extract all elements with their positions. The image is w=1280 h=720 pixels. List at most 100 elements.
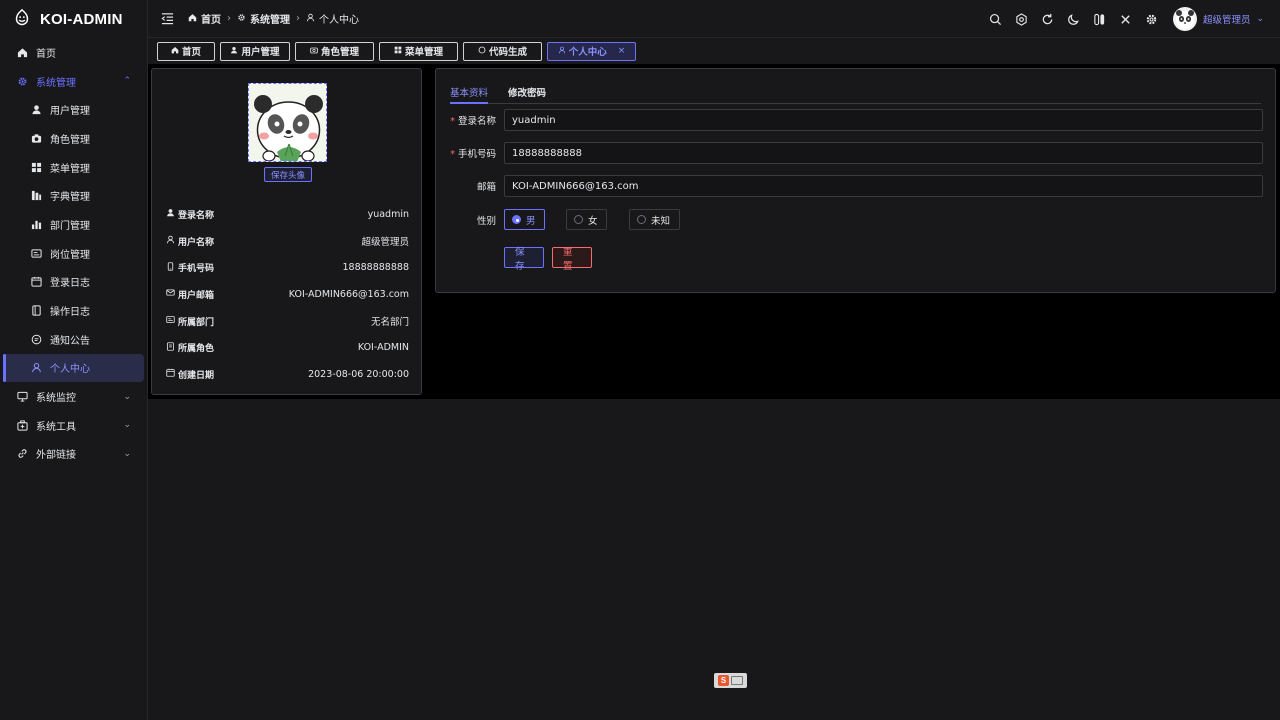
home-icon [188, 13, 197, 25]
profile-avatar[interactable] [248, 83, 327, 162]
tab-code-generation[interactable]: 代码生成 [463, 41, 542, 61]
collapse-menu-icon[interactable] [160, 12, 174, 26]
info-key-label: 所属角色 [178, 344, 215, 355]
sidebar-item-system-monitor[interactable]: 系统监控 ⌄ [0, 382, 147, 411]
search-icon[interactable] [989, 12, 1003, 26]
profile-info-list: 登录名称 yuadmin 用户名称 超级管理员 手机号码 18888888888 [166, 201, 409, 388]
radio-label: 男 [526, 215, 536, 227]
info-key-label: 用户名称 [178, 237, 215, 248]
settings-icon[interactable] [1145, 12, 1159, 26]
info-key: 用户名称 [166, 235, 214, 248]
info-row-login-name: 登录名称 yuadmin [166, 201, 409, 228]
email-label: 邮箱 [476, 182, 496, 193]
sidebar-item-label: 部门管理 [50, 220, 90, 232]
tab-menu-management[interactable]: 菜单管理 [379, 41, 458, 61]
breadcrumb-separator-icon: › [227, 13, 231, 24]
sidebar-item-role-management[interactable]: 角色管理 [0, 124, 147, 153]
reset-button[interactable]: 重置 [552, 247, 592, 272]
breadcrumb-label: 系统管理 [250, 15, 290, 26]
email-input[interactable]: KOI-ADMIN666@163.com [504, 175, 1263, 197]
tab-basic-info[interactable]: 基本资料 [450, 79, 489, 104]
info-key: 登录名称 [166, 208, 214, 221]
sidebar-item-dictionary-management[interactable]: 字典管理 [0, 181, 147, 210]
radio-dot-icon [637, 215, 646, 224]
form-row-phone: * 手机号码 18888888888 [450, 142, 1263, 164]
form-actions: 保存 重置 [504, 247, 600, 272]
sidebar-item-label: 个人中心 [50, 364, 90, 376]
sidebar-item-system-management[interactable]: 系统管理 ⌃ [0, 67, 147, 96]
radio-dot-icon [512, 215, 521, 224]
sidebar-item-login-log[interactable]: 登录日志 [0, 268, 147, 297]
sidebar-item-external-links[interactable]: 外部链接 ⌄ [0, 440, 147, 469]
gender-radio-male[interactable]: 男 [504, 209, 545, 230]
tab-role-management[interactable]: 角色管理 [295, 41, 374, 61]
radio-dot-icon [574, 215, 583, 224]
circle-icon [478, 46, 486, 57]
sidebar-item-operation-log[interactable]: 操作日志 [0, 296, 147, 325]
sidebar-item-label: 角色管理 [50, 134, 90, 146]
info-key: 所属角色 [166, 341, 214, 354]
close-icon[interactable] [1119, 12, 1133, 26]
sidebar-item-menu-management[interactable]: 菜单管理 [0, 153, 147, 182]
tab-home[interactable]: 首页 [157, 41, 215, 61]
sidebar-menu: 首页 系统管理 ⌃ 用户管理 角色管理 菜单管理 字典管理 部门管理 岗位管理 … [0, 38, 147, 468]
gender-radio-unknown[interactable]: 未知 [629, 209, 680, 230]
user-menu[interactable]: 超级管理员 ⌄ [1172, 7, 1264, 31]
sidebar-item-personal-center[interactable]: 个人中心 [3, 353, 144, 383]
sidebar-item-label: 系统监控 [36, 393, 76, 405]
form-tabs: 基本资料 修改密码 [450, 79, 1261, 104]
info-key-label: 所属部门 [178, 317, 215, 328]
breadcrumb-separator-icon: › [296, 13, 300, 24]
home-icon [171, 46, 179, 57]
tab-personal-center[interactable]: 个人中心 × [547, 41, 636, 61]
user-outline-icon [166, 235, 175, 247]
grid-icon [30, 161, 42, 173]
save-avatar-button[interactable]: 保存头像 [264, 167, 312, 182]
system-tray[interactable]: S [714, 673, 747, 688]
info-row-department: 所属部门 无名部门 [166, 308, 409, 335]
sidebar-item-post-management[interactable]: 岗位管理 [0, 239, 147, 268]
sidebar-item-user-management[interactable]: 用户管理 [0, 95, 147, 124]
profile-card: 保存头像 登录名称 yuadmin 用户名称 超级管理员 手机号码 188888… [151, 68, 422, 395]
info-key-label: 用户邮箱 [178, 290, 215, 301]
theme-icon[interactable] [1015, 12, 1029, 26]
sidebar-item-notice[interactable]: 通知公告 [0, 325, 147, 354]
keyboard-icon [731, 676, 743, 685]
sidebar-item-label: 系统工具 [36, 421, 76, 433]
header-toolbar: 超级管理员 ⌄ [989, 0, 1264, 38]
save-button[interactable]: 保存 [504, 247, 544, 272]
sidebar-item-department-management[interactable]: 部门管理 [0, 210, 147, 239]
refresh-icon[interactable] [1041, 12, 1055, 26]
sidebar-item-label: 登录日志 [50, 278, 90, 290]
breadcrumb-item-home[interactable]: 首页 [188, 11, 221, 26]
phone-input[interactable]: 18888888888 [504, 142, 1263, 164]
tab-label: 菜单管理 [404, 47, 443, 58]
tab-close-icon[interactable]: × [618, 46, 626, 56]
user-outline-icon [558, 46, 566, 57]
info-row-email: 用户邮箱 KOI-ADMIN666@163.com [166, 281, 409, 308]
app-logo[interactable]: KOI-ADMIN [0, 0, 147, 38]
sidebar-item-home[interactable]: 首页 [0, 38, 147, 67]
switch-icon[interactable] [1093, 12, 1107, 26]
sidebar-item-system-tools[interactable]: 系统工具 ⌄ [0, 411, 147, 440]
tab-label: 角色管理 [320, 47, 359, 58]
info-row-user-name: 用户名称 超级管理员 [166, 228, 409, 255]
user-icon [30, 104, 42, 116]
chevron-down-icon: ⌄ [123, 448, 131, 459]
tab-change-password[interactable]: 修改密码 [508, 79, 546, 103]
chevron-down-icon: ⌄ [123, 420, 131, 431]
tab-label: 个人中心 [568, 47, 607, 58]
breadcrumb-item-system[interactable]: 系统管理 [237, 11, 290, 26]
sidebar-item-label: 菜单管理 [50, 163, 90, 175]
camera-icon [30, 132, 42, 144]
tab-user-management[interactable]: 用户管理 [220, 41, 290, 61]
info-value: 18888888888 [342, 262, 410, 274]
info-key-label: 创建日期 [178, 370, 215, 381]
login-name-input[interactable]: yuadmin [504, 109, 1263, 131]
monitor-icon [16, 391, 28, 403]
moon-icon[interactable] [1067, 12, 1081, 26]
info-key-label: 手机号码 [178, 264, 215, 275]
bar-chart-icon [30, 218, 42, 230]
gender-radio-female[interactable]: 女 [566, 209, 607, 230]
tab-label: 用户管理 [241, 47, 280, 58]
